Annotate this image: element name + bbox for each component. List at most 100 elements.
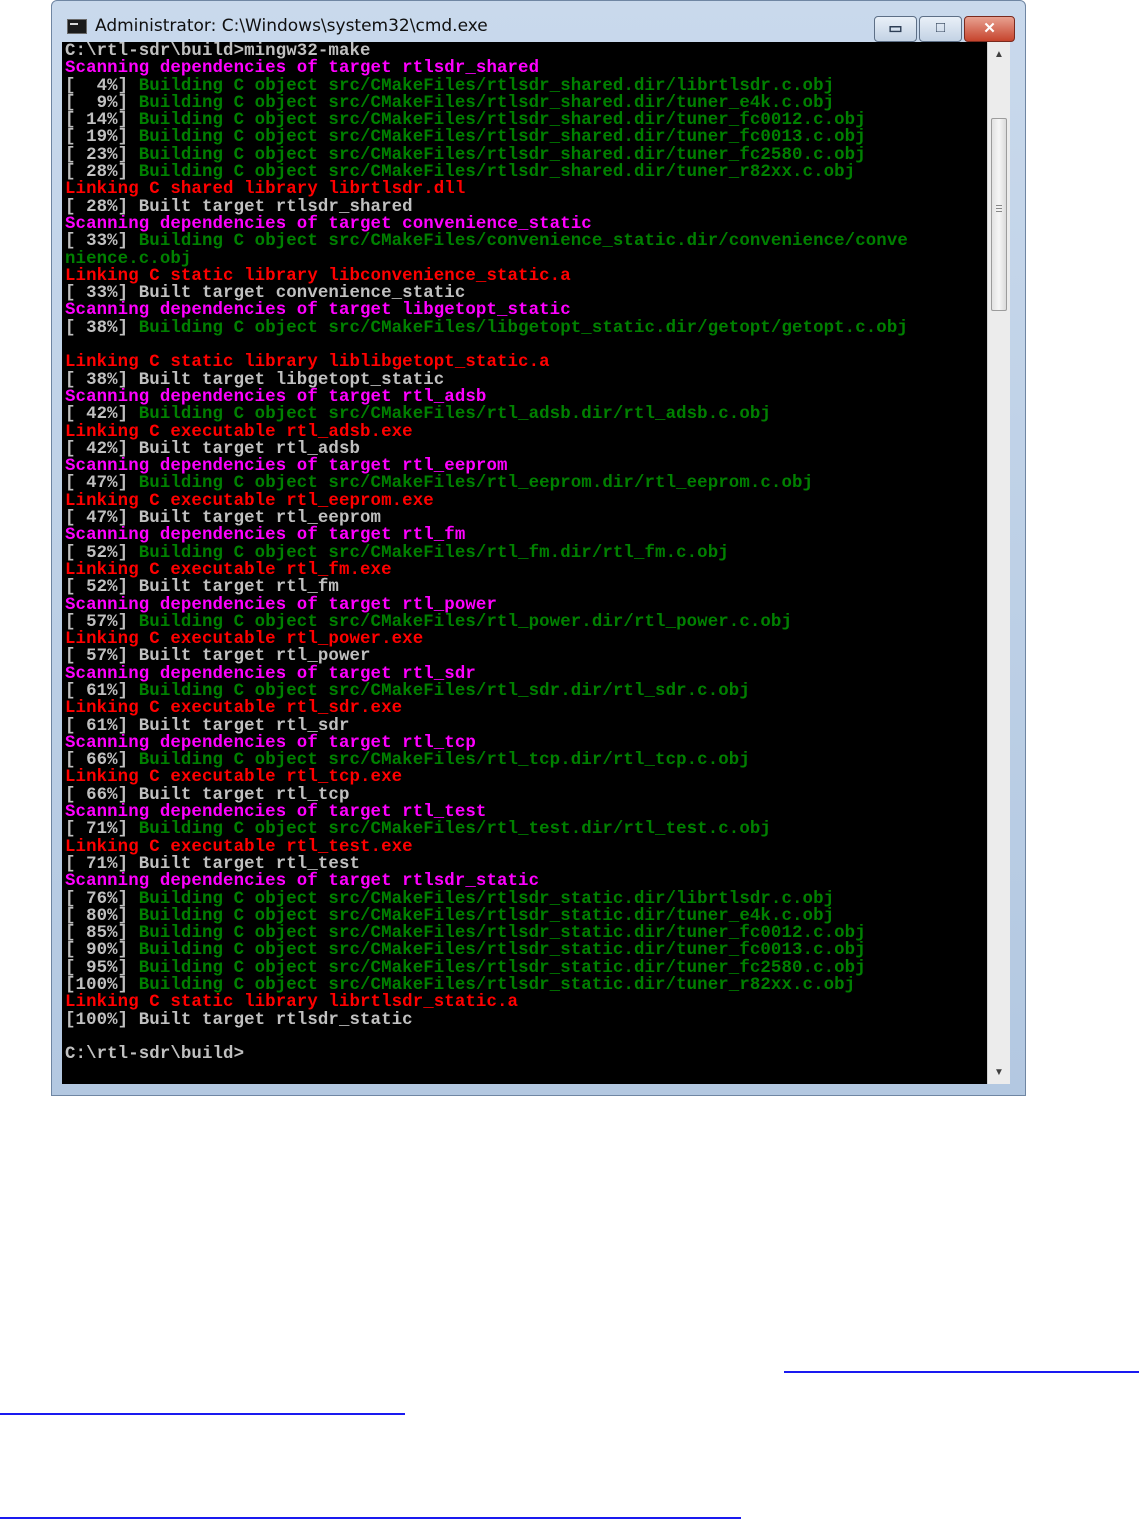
console-line: C:\rtl-sdr\build>mingw32-make [65, 43, 908, 60]
console-text: [ 4%] [65, 76, 139, 96]
console-line: [ 76%] Building C object src/CMakeFiles/… [65, 889, 908, 909]
console-line: Scanning dependencies of target rtlsdr_s… [65, 873, 908, 890]
console-output[interactable]: C:\rtl-sdr\build>mingw32-make Scanning de… [62, 42, 987, 1084]
console-text: Building C object src/CMakeFiles/libgeto… [138, 318, 908, 338]
console-line: Scanning dependencies of target rtl_tcp [65, 735, 908, 752]
console-line: [ 47%] Built target rtl_eeprom [65, 510, 908, 527]
console-text: [ 66%] Built target rtl_tcp [65, 785, 350, 805]
console-line: Scanning dependencies of target rtl_fm [65, 527, 908, 544]
console-line: [ 85%] Building C object src/CMakeFiles/… [65, 925, 908, 942]
console-line: nience.c.obj [65, 249, 908, 269]
console-line: [ 80%] Building C object src/CMakeFiles/… [65, 908, 908, 925]
console-text: Scanning dependencies of target rtl_powe… [65, 595, 497, 615]
console-text: Building C object src/CMakeFiles/rtl_tes… [138, 820, 771, 840]
console-text: Building C object src/CMakeFiles/rtl_ads… [138, 405, 771, 425]
console-line: [ 47%] Building C object src/CMakeFiles/… [65, 475, 908, 492]
minimize-button[interactable]: ▭ [874, 16, 917, 42]
grip-icon [996, 205, 1002, 206]
console-line: Scanning dependencies of target rtl_powe… [65, 595, 908, 615]
console-text: [ 61%] Built target rtl_sdr [65, 716, 350, 736]
link-underline[interactable] [0, 1517, 741, 1519]
cmd-app-icon[interactable] [67, 19, 87, 34]
console-text: Linking C executable rtl_power.exe [65, 630, 424, 650]
console-text: Linking C static library liblibgetopt_st… [65, 353, 550, 373]
console-line: [ 42%] Building C object src/CMakeFiles/… [65, 406, 908, 423]
console-text: [ 57%] Built target rtl_power [65, 647, 371, 667]
console-text: Building C object src/CMakeFiles/rtlsdr_… [138, 76, 835, 96]
console-line: Scanning dependencies of target convenie… [65, 216, 908, 233]
console-text: Building C object src/CMakeFiles/rtlsdr_… [138, 93, 835, 113]
console-line: [ 61%] Building C object src/CMakeFiles/… [65, 683, 908, 700]
console-line: [ 95%] Building C object src/CMakeFiles/… [65, 960, 908, 977]
console-text: C:\rtl-sdr\build> [65, 1045, 245, 1065]
console-line: Scanning dependencies of target rtl_test [65, 804, 908, 821]
console-text: Building C object src/CMakeFiles/rtlsdr_… [138, 145, 866, 165]
console-text: [ 47%] Built target rtl_eeprom [65, 509, 382, 529]
minimize-icon: ▭ [888, 20, 903, 37]
console-text: nience.c.obj [65, 249, 192, 269]
console-text: Building C object src/CMakeFiles/conveni… [138, 232, 908, 252]
console-text: Linking C executable rtl_fm.exe [65, 560, 392, 580]
console-text: Linking C executable rtl_test.exe [65, 837, 413, 857]
console-line: Scanning dependencies of target rtl_adsb [65, 389, 908, 406]
console-text: Scanning dependencies of target rtl_sdr [65, 664, 476, 684]
link-underline[interactable] [0, 1413, 405, 1415]
scroll-up-icon[interactable]: ▲ [988, 46, 1010, 64]
console-line: [ 42%] Built target rtl_adsb [65, 441, 908, 458]
console-line: [ 38%] Building C object src/CMakeFiles/… [65, 320, 908, 337]
console-line: [ 52%] Building C object src/CMakeFiles/… [65, 544, 908, 562]
console-line: [ 38%] Built target libgetopt_static [65, 371, 908, 389]
console-text: Building C object src/CMakeFiles/rtl_tcp… [138, 751, 750, 771]
maximize-button[interactable]: □ [919, 16, 962, 42]
console-text: [ 95%] [65, 958, 139, 978]
console-line: Scanning dependencies of target rtl_sdr [65, 664, 908, 684]
console-line: [ 23%] Building C object src/CMakeFiles/… [65, 147, 908, 164]
console-text: [ 42%] [65, 405, 139, 425]
title-bar[interactable]: Administrator: C:\Windows\system32\cmd.e… [52, 1, 1025, 42]
console-line: [100%] Building C object src/CMakeFiles/… [65, 977, 908, 994]
console-lines: C:\rtl-sdr\build>mingw32-make Scanning de… [65, 43, 908, 1064]
console-text: Linking C executable rtl_tcp.exe [65, 768, 403, 788]
console-text: Linking C executable rtl_adsb.exe [65, 422, 413, 442]
console-text: Building C object src/CMakeFiles/rtl_sdr… [138, 681, 750, 701]
console-line: Linking C executable rtl_sdr.exe [65, 700, 908, 717]
console-text: Scanning dependencies of target convenie… [65, 214, 592, 234]
close-icon: ✕ [983, 20, 996, 37]
console-text: Building C object src/CMakeFiles/rtlsdr_… [138, 941, 866, 961]
console-text: Building C object src/CMakeFiles/rtl_eep… [138, 474, 814, 494]
console-line: Scanning dependencies of target rtl_eepr… [65, 458, 908, 475]
console-line: Linking C executable rtl_adsb.exe [65, 422, 908, 442]
console-text: Linking C static library librtlsdr_stati… [65, 993, 519, 1013]
console-line: [ 71%] Building C object src/CMakeFiles/… [65, 821, 908, 838]
console-text: [ 42%] Built target rtl_adsb [65, 439, 361, 459]
console-text: [ 76%] [65, 889, 139, 909]
vertical-scrollbar[interactable]: ▲ ▼ [987, 42, 1010, 1084]
console-text: Building C object src/CMakeFiles/rtlsdr_… [138, 906, 835, 926]
link-underline[interactable] [784, 1371, 1139, 1373]
console-text: [ 38%] [65, 318, 139, 338]
console-text: Linking C shared library librtlsdr.dll [65, 180, 466, 200]
close-button[interactable]: ✕ [964, 16, 1015, 42]
cmd-window: Administrator: C:\Windows\system32\cmd.e… [51, 0, 1026, 1096]
console-line: [ 9%] Building C object src/CMakeFiles/r… [65, 95, 908, 112]
console-text: [100%] [65, 976, 139, 996]
console-text: Building C object src/CMakeFiles/rtlsdr_… [138, 958, 866, 978]
console-line: [ 61%] Built target rtl_sdr [65, 716, 908, 736]
console-line: [ 33%] Building C object src/CMakeFiles/… [65, 233, 908, 250]
console-text: [ 28%] Built target rtlsdr_shared [65, 197, 413, 217]
console-text: Building C object src/CMakeFiles/rtlsdr_… [138, 111, 866, 131]
console-text: Building C object src/CMakeFiles/rtlsdr_… [138, 976, 856, 996]
console-line: [ 71%] Built target rtl_test [65, 856, 908, 873]
console-line: [ 66%] Built target rtl_tcp [65, 787, 908, 804]
console-text: Building C object src/CMakeFiles/rtlsdr_… [138, 924, 866, 944]
console-text: Scanning dependencies of target libgetop… [65, 301, 571, 321]
scroll-thumb[interactable] [991, 118, 1007, 311]
console-text: [ 61%] [65, 681, 139, 701]
console-line: [ 66%] Building C object src/CMakeFiles/… [65, 752, 908, 769]
console-line: Linking C static library libconvenience_… [65, 268, 908, 285]
console-text: Scanning dependencies of target rtlsdr_s… [65, 872, 540, 892]
console-line: [ 90%] Building C object src/CMakeFiles/… [65, 942, 908, 959]
scroll-down-icon[interactable]: ▼ [988, 1064, 1010, 1082]
console-line: Linking C executable rtl_test.exe [65, 837, 908, 857]
console-text: [ 28%] [65, 163, 139, 183]
